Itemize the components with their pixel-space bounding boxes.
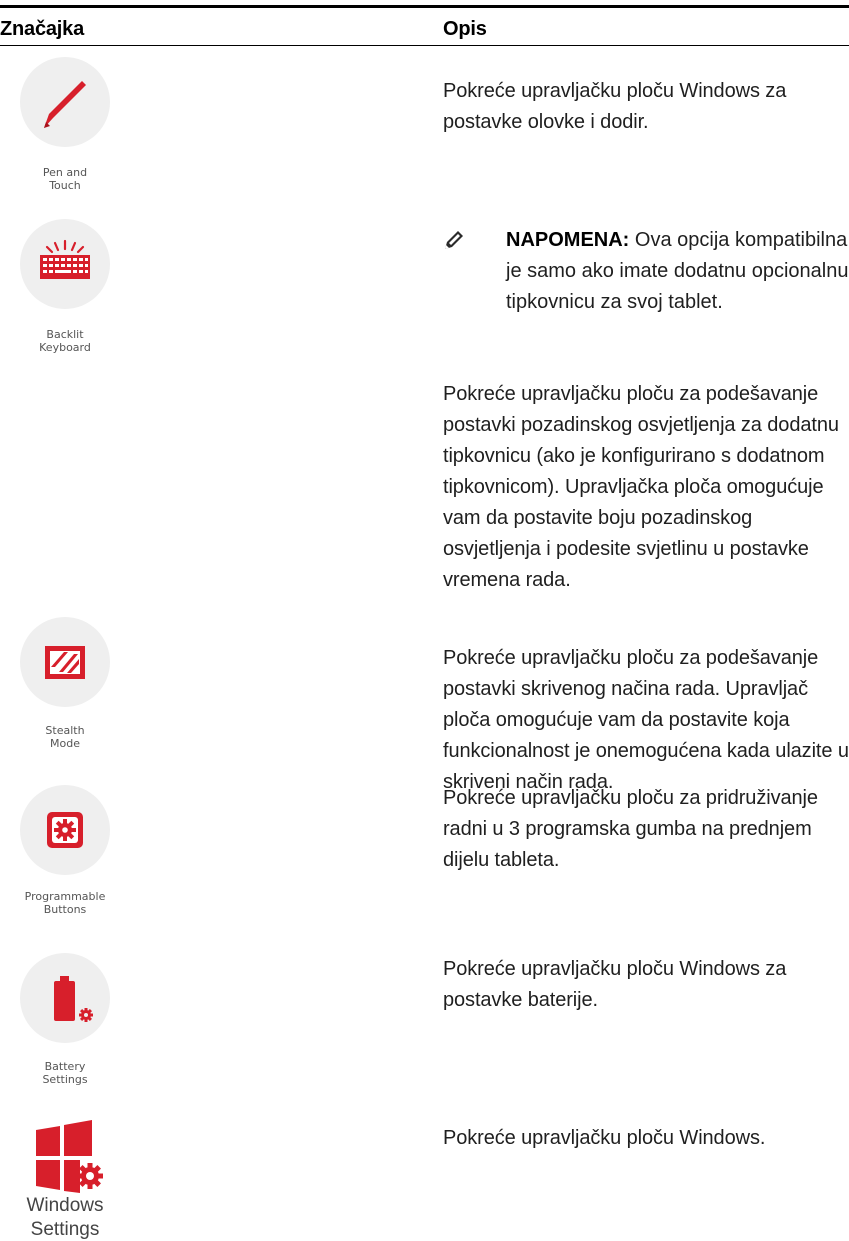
caption-battery-settings-1: Battery (44, 1060, 86, 1073)
description-programmable-buttons: Pokreće upravljačku ploču za pridruživan… (443, 787, 818, 871)
stealth-mode-icon (20, 617, 110, 707)
pen-icon (20, 57, 110, 147)
caption-windows-settings-2: Settings (30, 1219, 100, 1240)
caption-stealth-mode-2: Mode (50, 737, 80, 750)
caption-battery-settings-2: Settings (42, 1073, 88, 1086)
table-top-rule (0, 5, 849, 8)
description-backlit-keyboard: Pokreće upravljačku ploču za podešavanje… (443, 383, 839, 591)
note-pencil-icon (445, 231, 463, 249)
programmable-buttons-icon (20, 785, 110, 875)
description-windows-settings: Pokreće upravljačku ploču Windows. (443, 1127, 766, 1149)
windows-settings-icon (20, 1119, 110, 1197)
caption-backlit-keyboard-1: Backlit (46, 328, 84, 341)
caption-stealth-mode-1: Stealth (45, 724, 85, 737)
battery-icon (20, 953, 110, 1043)
caption-pen-and-touch-2: Touch (49, 179, 81, 192)
caption-windows-settings-1: Windows (26, 1195, 104, 1216)
backlit-keyboard-icon (20, 219, 110, 309)
caption-backlit-keyboard-2: Keyboard (39, 341, 91, 354)
caption-programmable-buttons-2: Buttons (43, 903, 87, 916)
note-label: NAPOMENA: (506, 229, 630, 251)
caption-pen-and-touch-1: Pen and (42, 166, 88, 179)
description-pen-and-touch: Pokreće upravljačku ploču Windows za pos… (443, 80, 787, 133)
header-description: Opis (443, 18, 487, 40)
caption-programmable-buttons-1: Programmable (24, 890, 106, 903)
table-header-rule (0, 45, 849, 46)
header-feature: Značajka (0, 18, 85, 40)
description-stealth-mode: Pokreće upravljačku ploču za podešavanje… (443, 647, 849, 793)
note-text-block: NAPOMENA: Ova opcija kompatibilna je sam… (506, 225, 849, 318)
description-battery-settings: Pokreće upravljačku ploču Windows za pos… (443, 958, 787, 1011)
